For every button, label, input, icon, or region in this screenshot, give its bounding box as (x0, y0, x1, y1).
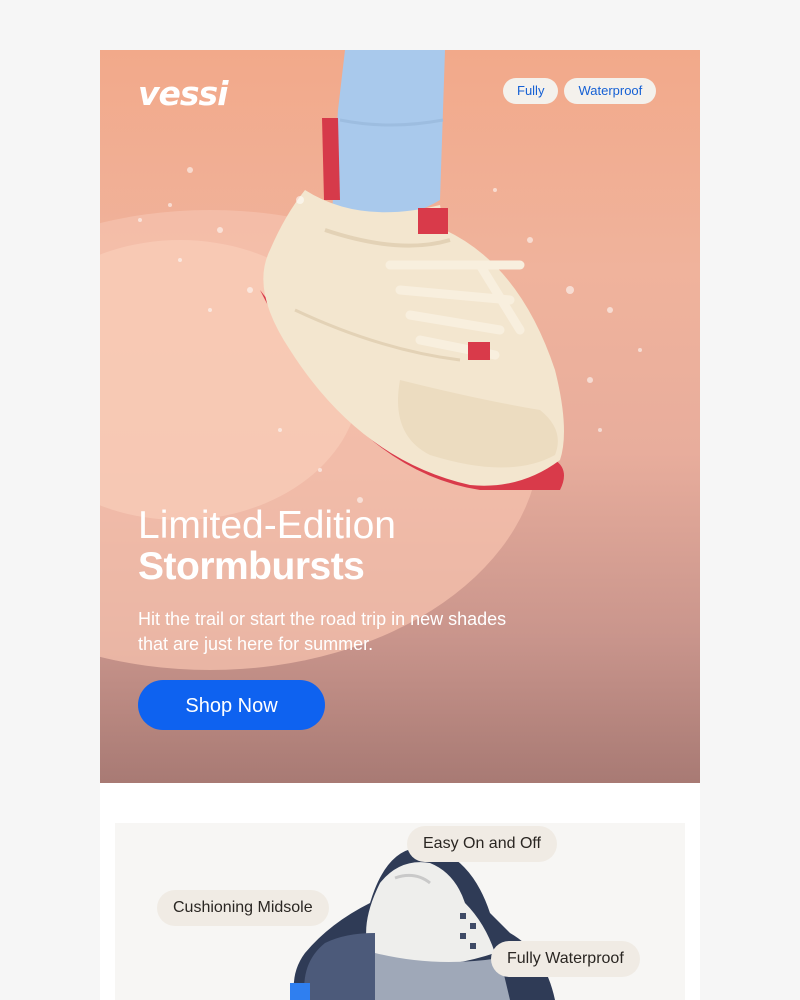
features-section: Easy On and Off Cushioning Midsole Fully… (115, 823, 685, 1000)
badge-waterproof: Waterproof (564, 78, 657, 104)
chip-cushioning-midsole: Cushioning Midsole (157, 890, 329, 926)
chip-easy-on-off: Easy On and Off (407, 826, 557, 862)
hero-section: vessi Fully Waterproof Limited-Edition S… (100, 50, 700, 783)
shop-now-button[interactable]: Shop Now (138, 680, 325, 730)
vessi-logo[interactable]: vessi (138, 74, 228, 113)
feature-badges: Fully Waterproof (503, 78, 657, 104)
hero-headline: Limited-Edition Stormbursts (138, 505, 396, 587)
badge-fully: Fully (503, 78, 559, 104)
chip-fully-waterproof: Fully Waterproof (491, 941, 640, 977)
headline-line-2: Stormbursts (138, 545, 365, 588)
shoe-photo (100, 50, 642, 670)
hero-subcopy: Hit the trail or start the road trip in … (138, 609, 507, 654)
email-body: vessi Fully Waterproof Limited-Edition S… (100, 50, 700, 1000)
headline-line-1: Limited-Edition (138, 504, 396, 547)
